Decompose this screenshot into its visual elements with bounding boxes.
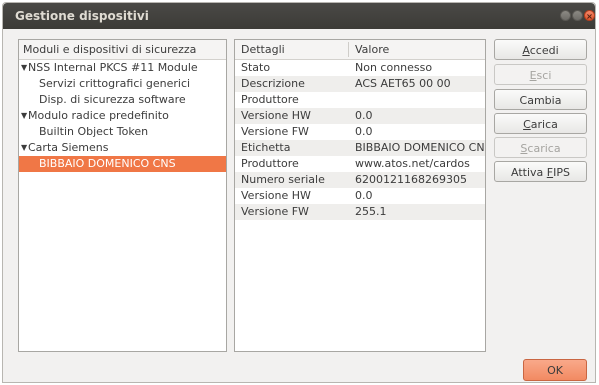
detail-value: BIBBAIO DOMENICO CNS — [355, 141, 486, 154]
detail-value: Non connesso — [355, 61, 433, 74]
tree-item-label: BIBBAIO DOMENICO CNS — [39, 157, 176, 170]
detail-key: Stato — [241, 61, 271, 74]
unload-button[interactable]: Scarica — [494, 137, 587, 158]
detail-key: Produttore — [241, 93, 299, 106]
change-password-button[interactable]: Cambia password — [494, 89, 587, 126]
table-row[interactable]: Versione FW 0.0 — [235, 124, 485, 140]
ok-button[interactable]: OK — [523, 359, 587, 381]
column-header-details[interactable]: Dettagli — [241, 43, 285, 56]
detail-key: Descrizione — [241, 77, 305, 90]
column-header-value[interactable]: Valore — [355, 43, 389, 56]
detail-key: Versione FW — [241, 205, 309, 218]
tree-item-label: Disp. di sicurezza software — [39, 93, 186, 106]
close-icon[interactable]: × — [584, 10, 595, 21]
tree-node[interactable]: ▼ Carta Siemens — [19, 140, 226, 156]
detail-value: 0.0 — [355, 125, 373, 138]
detail-key: Versione HW — [241, 109, 311, 122]
maximize-icon[interactable] — [572, 10, 583, 21]
table-row[interactable]: Etichetta BIBBAIO DOMENICO CNS — [235, 140, 485, 156]
table-row[interactable]: Versione HW 0.0 — [235, 188, 485, 204]
table-row[interactable]: Numero seriale 6200121168269305 — [235, 172, 485, 188]
detail-value: ACS AET65 00 00 — [355, 77, 451, 90]
detail-value: 0.0 — [355, 189, 373, 202]
modules-tree[interactable]: Moduli e dispositivi di sicurezza ▼ NSS I… — [18, 39, 227, 352]
detail-value: 6200121168269305 — [355, 173, 467, 186]
table-row[interactable]: Stato Non connesso — [235, 60, 485, 76]
tree-node[interactable]: ▼ Modulo radice predefinito — [19, 108, 226, 124]
tree-node[interactable]: ▼ NSS Internal PKCS #11 Module — [19, 60, 226, 76]
detail-key: Etichetta — [241, 141, 291, 154]
expand-arrow-icon[interactable]: ▼ — [21, 108, 27, 124]
detail-value: 0.0 — [355, 109, 373, 122]
tree-leaf[interactable]: Servizi crittografici generici — [19, 76, 226, 92]
expand-arrow-icon[interactable]: ▼ — [21, 140, 27, 156]
tree-leaf[interactable]: Builtin Object Token — [19, 124, 226, 140]
tree-item-label: NSS Internal PKCS #11 Module — [28, 61, 198, 74]
detail-key: Produttore — [241, 157, 299, 170]
details-table[interactable]: Dettagli Valore Stato Non connesso Descriz… — [234, 39, 486, 352]
tree-leaf[interactable]: Disp. di sicurezza software — [19, 92, 226, 108]
tree-item-label: Servizi crittografici generici — [39, 77, 191, 90]
tree-item-label: Modulo radice predefinito — [28, 109, 169, 122]
details-header: Dettagli Valore — [235, 40, 485, 60]
column-separator[interactable] — [348, 42, 349, 57]
enable-fips-button[interactable]: Attiva FIPS — [494, 161, 587, 182]
table-row[interactable]: Produttore — [235, 92, 485, 108]
detail-value: www.atos.net/cardos — [355, 157, 470, 170]
tree-item-label: Carta Siemens — [28, 141, 109, 154]
expand-arrow-icon[interactable]: ▼ — [21, 60, 27, 76]
title-bar[interactable]: Gestione dispositivi × — [3, 3, 595, 29]
window-title: Gestione dispositivi — [15, 9, 149, 23]
logout-button[interactable]: Esci — [494, 64, 587, 85]
table-row[interactable]: Versione HW 0.0 — [235, 108, 485, 124]
table-row[interactable]: Produttore www.atos.net/cardos — [235, 156, 485, 172]
login-button[interactable]: Accedi — [494, 39, 587, 60]
load-button[interactable]: Carica — [494, 113, 587, 134]
device-manager-window: Gestione dispositivi × Moduli e disposit… — [2, 2, 596, 383]
table-row[interactable]: Versione FW 255.1 — [235, 204, 485, 220]
tree-rows: ▼ NSS Internal PKCS #11 Module Servizi cri… — [19, 60, 226, 172]
detail-key: Numero seriale — [241, 173, 325, 186]
details-rows: Stato Non connesso Descrizione ACS AET65 00… — [235, 60, 485, 220]
tree-header-label: Moduli e dispositivi di sicurezza — [23, 43, 197, 56]
detail-key: Versione HW — [241, 189, 311, 202]
tree-leaf[interactable]: BIBBAIO DOMENICO CNS — [19, 156, 226, 172]
tree-item-label: Builtin Object Token — [39, 125, 149, 138]
detail-value: 255.1 — [355, 205, 387, 218]
detail-key: Versione FW — [241, 125, 309, 138]
table-row[interactable]: Descrizione ACS AET65 00 00 — [235, 76, 485, 92]
minimize-icon[interactable] — [560, 10, 571, 21]
tree-header[interactable]: Moduli e dispositivi di sicurezza — [19, 40, 226, 60]
